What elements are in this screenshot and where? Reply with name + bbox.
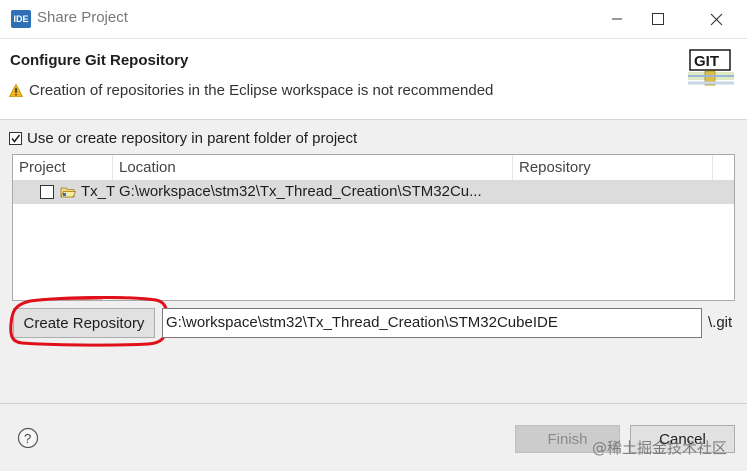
git-logo: GIT xyxy=(688,47,734,91)
column-header-repository[interactable]: Repository xyxy=(513,155,713,180)
project-name: Tx_T xyxy=(81,183,115,200)
title-bar: IDE Share Project xyxy=(0,0,747,39)
git-suffix-label: \.git xyxy=(708,314,733,331)
ide-app-icon: IDE xyxy=(11,10,31,28)
warning-message: Creation of repositories in the Eclipse … xyxy=(9,82,493,99)
use-parent-folder-option[interactable]: Use or create repository in parent folde… xyxy=(9,130,357,147)
minimize-icon xyxy=(612,18,622,20)
use-parent-folder-checkbox[interactable] xyxy=(9,132,22,145)
repository-path-input[interactable]: G:\workspace\stm32\Tx_Thread_Creation\ST… xyxy=(162,308,702,338)
warning-icon xyxy=(9,84,23,97)
footer-separator xyxy=(0,403,747,404)
window-title: Share Project xyxy=(37,9,128,26)
use-parent-folder-label: Use or create repository in parent folde… xyxy=(27,130,358,147)
table-row[interactable]: Tx_T G:\workspace\stm32\Tx_Thread_Creati… xyxy=(13,180,734,204)
folder-icon xyxy=(60,187,77,198)
column-header-project[interactable]: Project xyxy=(13,155,113,180)
maximize-button[interactable] xyxy=(632,0,684,38)
watermark: @稀土掘金技术社区 xyxy=(592,439,728,457)
warning-text: Creation of repositories in the Eclipse … xyxy=(29,82,494,99)
wizard-header: Configure Git Repository Creation of rep… xyxy=(0,39,747,120)
project-table[interactable]: Project Location Repository Tx_T G:\work… xyxy=(12,154,735,301)
help-icon: ? xyxy=(17,427,39,449)
checkmark-icon xyxy=(11,134,21,143)
project-checkbox[interactable] xyxy=(40,185,54,199)
create-repository-button[interactable]: Create Repository xyxy=(13,308,155,338)
create-repository-label: Create Repository xyxy=(23,314,145,332)
svg-text:?: ? xyxy=(24,431,31,446)
git-logo-text: GIT xyxy=(694,53,719,70)
page-title: Configure Git Repository xyxy=(10,52,189,69)
project-repository xyxy=(519,180,709,204)
help-button[interactable]: ? xyxy=(17,427,39,449)
maximize-icon xyxy=(652,13,664,25)
table-header: Project Location Repository xyxy=(13,155,734,180)
column-header-location[interactable]: Location xyxy=(113,155,513,180)
finish-label: Finish xyxy=(547,430,588,448)
close-button[interactable] xyxy=(690,0,742,38)
close-icon xyxy=(710,13,722,25)
project-location: G:\workspace\stm32\Tx_Thread_Creation\ST… xyxy=(119,183,482,200)
